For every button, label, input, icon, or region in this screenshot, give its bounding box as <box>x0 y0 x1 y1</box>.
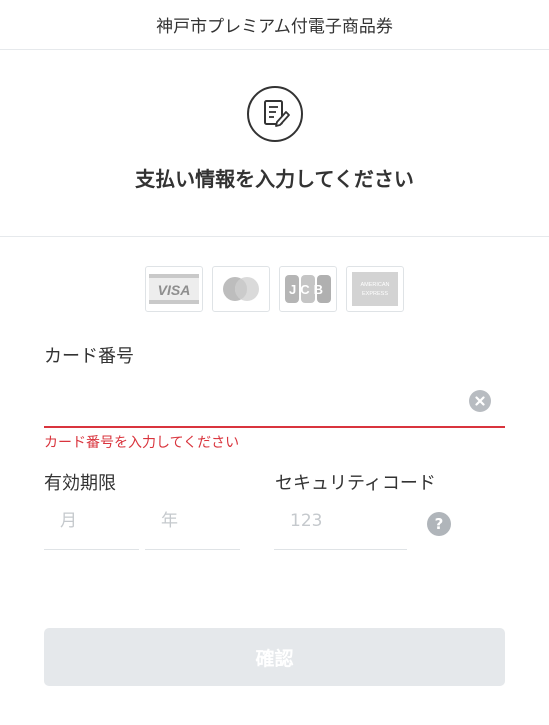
card-number-error: カード番号を入力してください <box>44 435 240 451</box>
security-code-label: セキュリティコード <box>275 473 436 494</box>
expiry-month-input[interactable] <box>44 502 139 540</box>
svg-text:AMERICAN: AMERICAN <box>360 282 389 288</box>
document-edit-icon <box>247 86 303 142</box>
expiry-year-underline <box>145 549 240 550</box>
jcb-logo: JCB <box>279 266 337 312</box>
help-icon[interactable]: ? <box>427 512 451 536</box>
expiry-year-input[interactable] <box>145 502 240 540</box>
card-number-label: カード番号 <box>44 346 134 367</box>
svg-text:EXPRESS: EXPRESS <box>362 291 388 297</box>
expiry-label: 有効期限 <box>44 473 116 494</box>
expiry-month-underline <box>44 549 139 550</box>
confirm-button[interactable]: 確認 <box>44 628 505 686</box>
page-title: 神戸市プレミアム付電子商品券 <box>156 17 393 37</box>
amex-logo: AMERICAN EXPRESS <box>346 266 404 312</box>
security-code-underline <box>274 549 407 550</box>
instruction-heading: 支払い情報を入力してください <box>135 167 414 191</box>
app-header: 神戸市プレミアム付電子商品券 <box>0 0 549 50</box>
mastercard-logo <box>212 266 270 312</box>
security-code-input[interactable] <box>274 502 407 540</box>
jcb-logo-text: JCB <box>289 282 327 297</box>
card-number-input[interactable] <box>44 380 464 420</box>
visa-logo: VISA <box>145 266 203 312</box>
visa-logo-text: VISA <box>158 282 191 298</box>
card-number-underline <box>44 426 505 428</box>
clear-icon[interactable] <box>469 390 491 412</box>
intro-section <box>0 51 549 237</box>
